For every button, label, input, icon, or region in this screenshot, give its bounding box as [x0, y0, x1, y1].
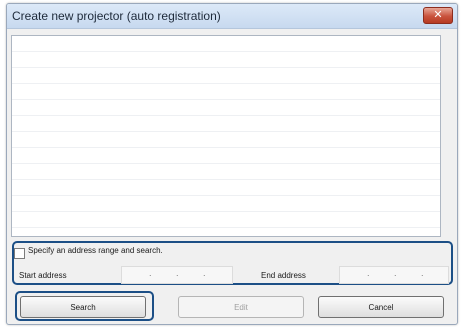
end-address-label: End address	[261, 271, 306, 280]
address-range-checkbox[interactable]	[14, 248, 25, 259]
ip-separator: .	[421, 268, 424, 278]
ip-separator: .	[203, 268, 206, 278]
projector-list[interactable]	[11, 35, 441, 237]
edit-button[interactable]: Edit	[178, 296, 304, 318]
start-address-input[interactable]: . . .	[121, 266, 233, 284]
ip-separator: .	[149, 268, 152, 278]
end-address-input[interactable]: . . .	[339, 266, 449, 284]
close-button[interactable]: ✕	[423, 7, 453, 24]
title-bar: Create new projector (auto registration)…	[7, 4, 457, 29]
ip-separator: .	[394, 268, 397, 278]
dialog-title: Create new projector (auto registration)	[12, 9, 221, 23]
ip-separator: .	[176, 268, 179, 278]
search-button[interactable]: Search	[20, 296, 146, 318]
ip-separator: .	[367, 268, 370, 278]
cancel-button[interactable]: Cancel	[318, 296, 444, 318]
start-address-label: Start address	[19, 271, 67, 280]
address-range-checkbox-label[interactable]: Specify an address range and search.	[28, 246, 163, 255]
close-icon: ✕	[433, 9, 443, 21]
